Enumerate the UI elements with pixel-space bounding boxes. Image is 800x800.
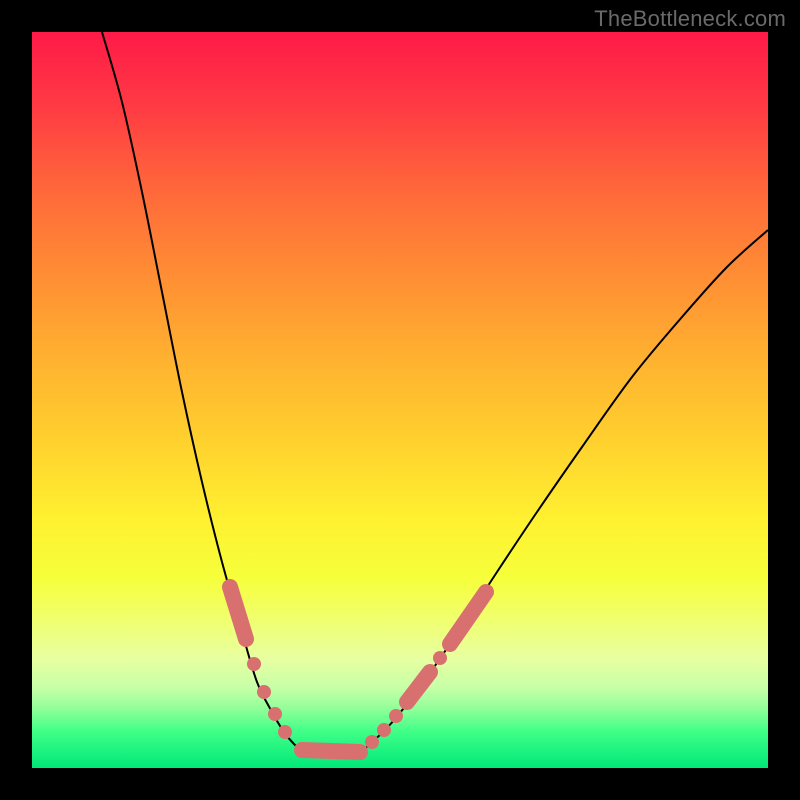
bead-dot (433, 651, 447, 665)
bead-capsule (407, 672, 430, 702)
bead-dot (365, 735, 379, 749)
bead-dot (268, 707, 282, 721)
bead-dot (389, 709, 403, 723)
bead-dot (377, 723, 391, 737)
curve-path (102, 32, 768, 758)
bead-dot (278, 725, 292, 739)
bead-capsule (230, 587, 246, 639)
bead-dot (257, 685, 271, 699)
bead-dot (247, 657, 261, 671)
bead-capsule (450, 592, 486, 644)
bead-capsule (302, 750, 360, 752)
bead-group (230, 587, 486, 752)
bottleneck-curve (32, 32, 768, 768)
plot-area (32, 32, 768, 768)
chart-frame: TheBottleneck.com (0, 0, 800, 800)
watermark-text: TheBottleneck.com (594, 6, 786, 32)
